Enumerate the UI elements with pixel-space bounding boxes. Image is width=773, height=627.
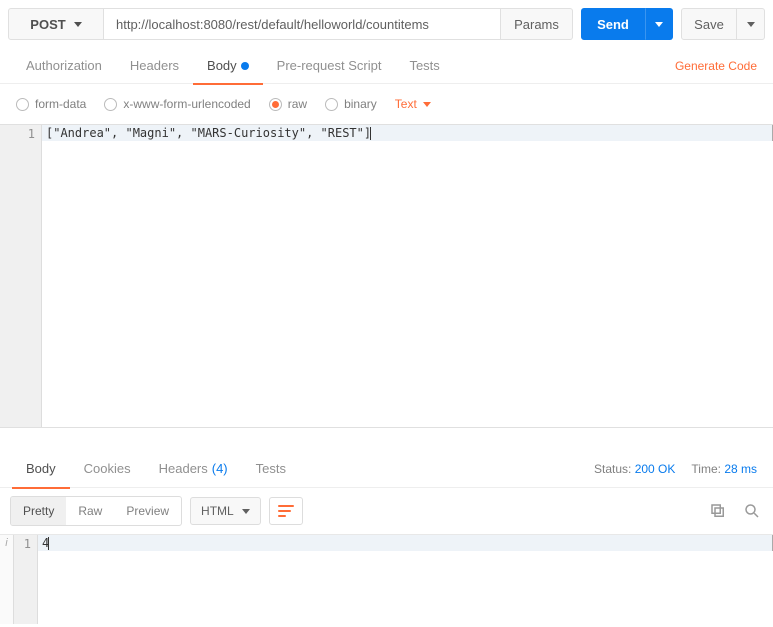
editor-content[interactable]: ["Andrea", "Magni", "MARS-Curiosity", "R… bbox=[42, 125, 773, 427]
chevron-down-icon bbox=[655, 22, 663, 27]
body-format-select[interactable]: Text bbox=[395, 97, 431, 111]
resp-tab-headers[interactable]: Headers (4) bbox=[145, 450, 242, 488]
code-line: ["Andrea", "Magni", "MARS-Curiosity", "R… bbox=[42, 125, 773, 141]
status-value: 200 OK bbox=[635, 462, 676, 476]
radio-icon bbox=[325, 98, 338, 111]
response-tabs: Body Cookies Headers (4) Tests Status: 2… bbox=[0, 450, 773, 488]
radio-label: raw bbox=[288, 97, 307, 111]
response-lang-label: HTML bbox=[201, 504, 234, 518]
resp-tab-body[interactable]: Body bbox=[12, 450, 70, 488]
send-dropdown-button[interactable] bbox=[645, 8, 673, 40]
request-body-editor[interactable]: 1 ["Andrea", "Magni", "MARS-Curiosity", … bbox=[0, 124, 773, 428]
radio-urlencoded[interactable]: x-www-form-urlencoded bbox=[104, 97, 250, 111]
resp-tab-cookies[interactable]: Cookies bbox=[70, 450, 145, 488]
save-button[interactable]: Save bbox=[681, 8, 737, 40]
radio-icon bbox=[104, 98, 117, 111]
request-toolbar: POST Params Send Save bbox=[0, 0, 773, 48]
copy-button[interactable] bbox=[707, 500, 729, 522]
radio-label: x-www-form-urlencoded bbox=[123, 97, 250, 111]
save-dropdown-button[interactable] bbox=[737, 8, 765, 40]
status-label: Status: bbox=[594, 462, 631, 476]
resp-tab-tests[interactable]: Tests bbox=[242, 450, 300, 488]
http-method-label: POST bbox=[30, 17, 65, 32]
wrap-icon bbox=[278, 505, 294, 517]
time-label: Time: bbox=[691, 462, 721, 476]
chevron-down-icon bbox=[747, 22, 755, 27]
wrap-lines-button[interactable] bbox=[269, 497, 303, 525]
response-status: Status: 200 OK Time: 28 ms bbox=[594, 462, 761, 476]
tab-tests[interactable]: Tests bbox=[395, 48, 453, 84]
view-raw[interactable]: Raw bbox=[66, 497, 114, 525]
chevron-down-icon bbox=[423, 102, 431, 107]
resp-headers-count: (4) bbox=[212, 461, 228, 476]
time-value: 28 ms bbox=[724, 462, 757, 476]
resp-headers-label: Headers bbox=[159, 461, 208, 476]
radio-icon bbox=[269, 98, 282, 111]
info-icon: i bbox=[0, 535, 13, 549]
tab-body[interactable]: Body bbox=[193, 48, 263, 84]
http-method-select[interactable]: POST bbox=[8, 8, 104, 40]
generate-code-link[interactable]: Generate Code bbox=[675, 59, 761, 73]
tab-prerequest[interactable]: Pre-request Script bbox=[263, 48, 396, 84]
view-preview[interactable]: Preview bbox=[114, 497, 181, 525]
radio-icon bbox=[16, 98, 29, 111]
response-view-row: Pretty Raw Preview HTML bbox=[0, 488, 773, 534]
line-number: 1 bbox=[0, 127, 35, 141]
url-input[interactable] bbox=[104, 8, 501, 40]
tab-authorization[interactable]: Authorization bbox=[12, 48, 116, 84]
body-type-row: form-data x-www-form-urlencoded raw bina… bbox=[0, 84, 773, 124]
chevron-down-icon bbox=[242, 509, 250, 514]
radio-label: form-data bbox=[35, 97, 86, 111]
radio-binary[interactable]: binary bbox=[325, 97, 377, 111]
tab-headers[interactable]: Headers bbox=[116, 48, 193, 84]
tab-body-label: Body bbox=[207, 58, 237, 73]
info-gutter: i bbox=[0, 535, 14, 624]
line-number: 1 bbox=[14, 537, 31, 551]
send-button[interactable]: Send bbox=[581, 8, 645, 40]
radio-label: binary bbox=[344, 97, 377, 111]
editor-content[interactable]: 4 bbox=[38, 535, 773, 624]
response-lang-select[interactable]: HTML bbox=[190, 497, 261, 525]
search-button[interactable] bbox=[741, 500, 763, 522]
radio-raw[interactable]: raw bbox=[269, 97, 307, 111]
body-format-label: Text bbox=[395, 97, 417, 111]
editor-gutter: 1 bbox=[14, 535, 38, 624]
unsaved-dot-icon bbox=[241, 62, 249, 70]
copy-icon bbox=[709, 502, 727, 520]
request-tabs: Authorization Headers Body Pre-request S… bbox=[0, 48, 773, 84]
params-button[interactable]: Params bbox=[501, 8, 573, 40]
response-body-editor[interactable]: i 1 4 bbox=[0, 534, 773, 624]
radio-form-data[interactable]: form-data bbox=[16, 97, 86, 111]
editor-gutter: 1 bbox=[0, 125, 42, 427]
view-pretty[interactable]: Pretty bbox=[11, 497, 66, 525]
search-icon bbox=[743, 502, 761, 520]
view-mode-segment: Pretty Raw Preview bbox=[10, 496, 182, 526]
chevron-down-icon bbox=[74, 22, 82, 27]
response-actions bbox=[707, 500, 763, 522]
divider bbox=[0, 428, 773, 450]
code-line: 4 bbox=[38, 535, 773, 551]
